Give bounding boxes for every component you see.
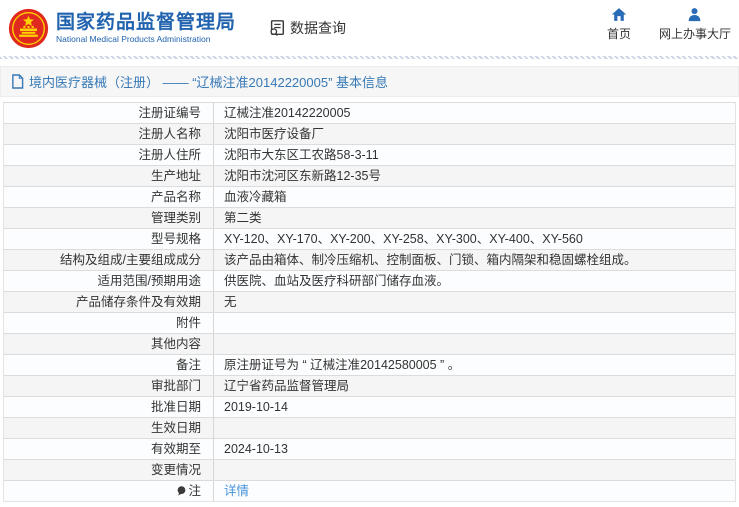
row-label: 型号规格 <box>4 229 214 249</box>
row-value: 辽械注准20142220005 <box>224 106 351 120</box>
org-name-en: National Medical Products Administration <box>56 33 211 44</box>
row-value: 2024-10-13 <box>224 442 288 456</box>
table-row: 备注 原注册证号为 “ 辽械注准20142580005 ” 。 <box>4 354 735 375</box>
nav-home-label: 首页 <box>606 27 631 41</box>
row-value: 2019-10-14 <box>224 400 288 414</box>
note-label: 注 <box>188 484 201 498</box>
row-value: XY-120、XY-170、XY-200、XY-258、XY-300、XY-40… <box>224 232 583 246</box>
row-value: 沈阳市医疗设备厂 <box>224 127 325 141</box>
document-icon <box>12 74 24 89</box>
registration-info-table: 注册证编号 辽械注准20142220005 注册人名称 沈阳市医疗设备厂 注册人… <box>3 102 736 502</box>
nmpa-logo[interactable]: 国家药品监督管理局 National Medical Products Admi… <box>8 8 236 49</box>
row-value: 该产品由箱体、制冷压缩机、控制面板、门锁、箱内隔架和稳固螺栓组成。 <box>224 253 637 267</box>
row-value <box>214 313 735 333</box>
data-query-nav[interactable]: 数据查询 <box>268 18 346 38</box>
page-title: 境内医疗器械（注册） —— “辽械注准20142220005” 基本信息 <box>29 75 389 90</box>
nav-home[interactable]: 首页 <box>607 7 631 42</box>
row-label: 注册人名称 <box>4 124 214 144</box>
row-label: 产品名称 <box>4 187 214 207</box>
row-value: 沈阳市沈河区东新路12-35号 <box>224 169 381 183</box>
table-row: 注册证编号 辽械注准20142220005 <box>4 102 735 123</box>
table-row: 变更情况 <box>4 459 735 480</box>
table-row: 生产地址 沈阳市沈河区东新路12-35号 <box>4 165 735 186</box>
table-row: 审批部门 辽宁省药品监督管理局 <box>4 375 735 396</box>
row-label: 审批部门 <box>4 376 214 396</box>
nav-service-hall-label: 网上办事大厅 <box>658 27 731 41</box>
row-label: 适用范围/预期用途 <box>4 271 214 291</box>
table-row: 适用范围/预期用途 供医院、血站及医疗科研部门储存血液。 <box>4 270 735 291</box>
org-names: 国家药品监督管理局 National Medical Products Admi… <box>56 12 236 45</box>
row-label: 结构及组成/主要组成成分 <box>4 250 214 270</box>
row-label: 注册人住所 <box>4 145 214 165</box>
site-header: 国家药品监督管理局 National Medical Products Admi… <box>0 0 739 56</box>
row-label: 批准日期 <box>4 397 214 417</box>
row-label: 注册证编号 <box>4 103 214 123</box>
table-row: 生效日期 <box>4 417 735 438</box>
row-label: 生产地址 <box>4 166 214 186</box>
table-row: 其他内容 <box>4 333 735 354</box>
table-row: 注册人住所 沈阳市大东区工农路58-3-11 <box>4 144 735 165</box>
row-label: 注 <box>4 481 214 501</box>
row-label: 有效期至 <box>4 439 214 459</box>
row-value <box>214 460 735 480</box>
person-icon <box>689 8 701 22</box>
header-nav: 首页 网上办事大厅 <box>607 7 731 42</box>
row-label: 其他内容 <box>4 334 214 354</box>
row-label: 变更情况 <box>4 460 214 480</box>
table-row: 批准日期 2019-10-14 <box>4 396 735 417</box>
row-value: 血液冷藏箱 <box>224 190 287 204</box>
page-title-bar: 境内医疗器械（注册） —— “辽械注准20142220005” 基本信息 <box>0 66 739 97</box>
row-label: 生效日期 <box>4 418 214 438</box>
row-value: 辽宁省药品监督管理局 <box>224 379 350 393</box>
nav-service-hall[interactable]: 网上办事大厅 <box>659 7 731 42</box>
table-row: 产品储存条件及有效期 无 <box>4 291 735 312</box>
row-label: 附件 <box>4 313 214 333</box>
row-value: 详情 <box>214 481 735 501</box>
table-row: 结构及组成/主要组成成分 该产品由箱体、制冷压缩机、控制面板、门锁、箱内隔架和稳… <box>4 249 735 270</box>
row-value: 无 <box>224 295 237 309</box>
table-row: 管理类别 第二类 <box>4 207 735 228</box>
comment-icon <box>178 486 186 496</box>
row-label: 备注 <box>4 355 214 375</box>
home-icon <box>611 8 627 21</box>
org-name-zh: 国家药品监督管理局 <box>56 11 237 33</box>
table-row: 产品名称 血液冷藏箱 <box>4 186 735 207</box>
table-row-note: 注 详情 <box>4 480 735 501</box>
doc-search-icon <box>270 20 285 36</box>
row-value <box>214 418 735 438</box>
data-query-label: 数据查询 <box>290 20 347 36</box>
national-emblem-icon <box>8 8 49 48</box>
row-value: 原注册证号为 “ 辽械注准20142580005 ” 。 <box>224 358 461 372</box>
table-row: 附件 <box>4 312 735 333</box>
table-row: 注册人名称 沈阳市医疗设备厂 <box>4 123 735 144</box>
row-label: 管理类别 <box>4 208 214 228</box>
row-value: 沈阳市大东区工农路58-3-11 <box>224 148 379 162</box>
header-separator <box>0 56 739 59</box>
detail-link[interactable]: 详情 <box>224 484 249 498</box>
table-row: 型号规格 XY-120、XY-170、XY-200、XY-258、XY-300、… <box>4 228 735 249</box>
row-value: 第二类 <box>224 211 262 225</box>
table-row: 有效期至 2024-10-13 <box>4 438 735 459</box>
row-label: 产品储存条件及有效期 <box>4 292 214 312</box>
row-value: 供医院、血站及医疗科研部门储存血液。 <box>224 274 450 288</box>
row-value <box>214 334 735 354</box>
